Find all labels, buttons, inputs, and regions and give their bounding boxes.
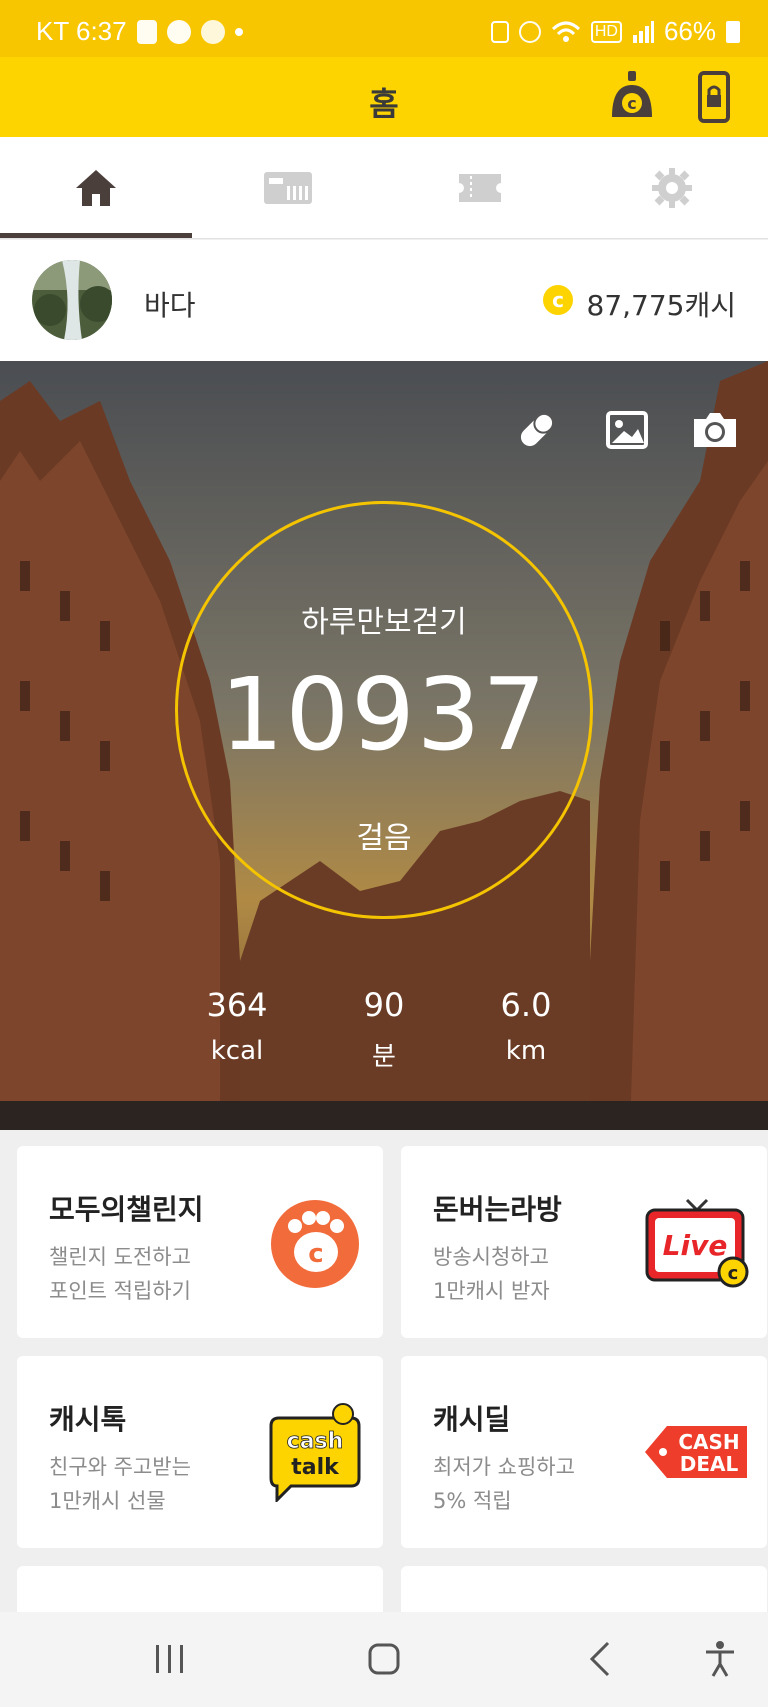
tab-home[interactable] [0, 137, 192, 239]
card-line: 1만캐시 받자 [433, 1279, 550, 1303]
stat-distance: 6.0 km [456, 986, 596, 1066]
phone-lock-icon[interactable] [686, 69, 742, 125]
system-back-button[interactable] [570, 1634, 630, 1684]
battery-icon [726, 20, 740, 43]
stat-value: 6.0 [500, 986, 552, 1024]
gallery-icon[interactable] [602, 405, 652, 455]
battery-percent: 66% [663, 16, 716, 46]
alarm-icon [518, 20, 541, 43]
pill-icon[interactable] [512, 405, 562, 455]
cash-label: cash [287, 1429, 344, 1454]
card-live-broadcast[interactable]: 돈버는라방 방송시청하고 1만캐시 받자 Live c [401, 1146, 767, 1338]
card-line: 챌린지 도전하고 [49, 1245, 191, 1269]
card-line: 5% 적립 [433, 1489, 512, 1513]
wifi-icon [551, 21, 580, 42]
app-notification-icon [166, 19, 191, 44]
recent-apps-icon [156, 1645, 183, 1673]
card-title: 캐시톡 [49, 1403, 127, 1436]
card-line: 방송시청하고 [433, 1245, 549, 1269]
hd-icon: HD [590, 20, 622, 43]
system-nav-bar [0, 1612, 768, 1707]
svg-text:c: c [308, 1239, 323, 1269]
home-square-icon [368, 1643, 400, 1675]
deal-label-top: CASH [678, 1430, 739, 1454]
gift-card-icon [264, 172, 312, 204]
app-notification-icon [200, 19, 225, 44]
tab-ticket[interactable] [384, 137, 576, 239]
gear-icon [652, 168, 692, 208]
back-chevron-icon [589, 1641, 610, 1677]
svg-text:c: c [728, 1263, 739, 1284]
paw-coin-icon: c [271, 1200, 359, 1288]
card-title: 모두의챌린지 [49, 1193, 204, 1226]
more-notifications-dot [234, 27, 243, 36]
active-tab-indicator [0, 233, 192, 238]
stat-calories: 364 kcal [167, 986, 307, 1066]
tab-gift-card[interactable] [192, 137, 384, 239]
tab-bar [0, 137, 768, 239]
card-line: 1만캐시 선물 [49, 1489, 166, 1513]
card-title: 돈버는라방 [433, 1193, 562, 1226]
card-line: 최저가 쇼핑하고 [433, 1455, 575, 1479]
profile-row: 바다 c 87,775캐시 [0, 240, 768, 361]
svg-text:c: c [552, 288, 564, 312]
coin-icon: c [543, 285, 573, 315]
live-tv-icon: Live c [645, 1198, 749, 1288]
svg-text:c: c [627, 94, 636, 113]
stat-unit: 분 [372, 1042, 396, 1072]
stat-value: 90 [363, 986, 405, 1024]
step-count: 10937 [219, 656, 549, 773]
stat-value: 364 [206, 986, 268, 1024]
recent-apps-button[interactable] [140, 1634, 200, 1684]
status-bar: KT 6:37 HD 66% [0, 0, 768, 57]
battery-saver-icon [490, 20, 509, 43]
stat-unit: kcal [210, 1036, 264, 1066]
notification-icon [136, 19, 157, 44]
carrier-time: KT 6:37 [36, 16, 127, 46]
cash-talk-icon: cash talk [269, 1403, 361, 1502]
deal-label-bottom: DEAL [680, 1452, 739, 1476]
step-title: 하루만보걷기 [301, 605, 467, 640]
step-unit: 걸음 [356, 821, 412, 856]
cash-avatar-icon[interactable]: c [604, 69, 660, 125]
stat-unit: km [505, 1036, 547, 1066]
card-subtitle: 최저가 쇼핑하고 5% 적립 [433, 1450, 653, 1518]
cash-balance[interactable]: 87,775캐시 [587, 284, 737, 324]
step-counter-hero: 하루만보걷기 10937 걸음 364 kcal 90 분 6.0 km [0, 361, 768, 1130]
stat-minutes: 90 분 [314, 986, 454, 1073]
ticket-icon [459, 174, 501, 202]
camera-icon[interactable] [690, 405, 740, 455]
card-subtitle: 방송시청하고 1만캐시 받자 [433, 1240, 653, 1308]
card-subtitle: 친구와 주고받는 1만캐시 선물 [49, 1450, 269, 1518]
card-cash-talk[interactable]: 캐시톡 친구와 주고받는 1만캐시 선물 cash talk [17, 1356, 383, 1548]
system-home-button[interactable] [354, 1634, 414, 1684]
avatar[interactable] [32, 260, 112, 340]
card-line: 친구와 주고받는 [49, 1455, 191, 1479]
home-icon [76, 170, 116, 206]
talk-label: talk [291, 1455, 340, 1480]
accessibility-icon [706, 1641, 734, 1677]
card-subtitle: 챌린지 도전하고 포인트 적립하기 [49, 1240, 269, 1308]
live-label: Live [663, 1229, 728, 1262]
signal-icon [632, 20, 654, 43]
app-bar: 홈 c [0, 57, 768, 137]
user-name: 바다 [144, 289, 196, 322]
cash-deal-icon: CASH DEAL [645, 1426, 747, 1478]
card-title: 캐시딜 [433, 1403, 511, 1436]
card-cash-deal[interactable]: 캐시딜 최저가 쇼핑하고 5% 적립 CASH DEAL [401, 1356, 767, 1548]
tab-settings[interactable] [576, 137, 768, 239]
accessibility-button[interactable] [690, 1634, 750, 1684]
card-challenge[interactable]: 모두의챌린지 챌린지 도전하고 포인트 적립하기 c [17, 1146, 383, 1338]
card-line: 포인트 적립하기 [49, 1279, 191, 1303]
